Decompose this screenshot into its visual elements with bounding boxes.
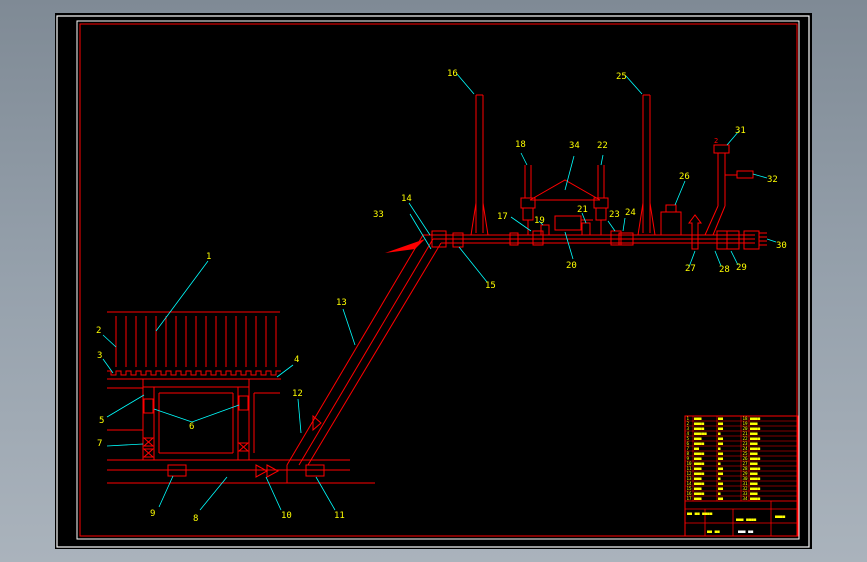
fitting-31 — [713, 144, 730, 154]
callout-31: 31 — [735, 126, 746, 136]
flange-28 — [716, 230, 728, 250]
callout-34: 34 — [569, 141, 580, 151]
callout-23: 23 — [609, 210, 620, 220]
parts-list-cell: ■■■■ — [750, 496, 761, 501]
callout-15: 15 — [485, 281, 496, 291]
callout-19: 19 — [534, 216, 545, 226]
flow-arrow-33 — [385, 239, 425, 253]
fitting-32 — [736, 170, 754, 179]
callout-20: 20 — [566, 261, 577, 271]
callout-10: 10 — [281, 511, 292, 521]
callout-28: 28 — [719, 265, 730, 275]
title-block-label-d: ■■ ■■ — [707, 529, 720, 534]
callout-1: 1 — [206, 252, 211, 262]
callout-13: 13 — [336, 298, 347, 308]
process-flow-drawing: 1 2 3 4 5 6 7 8 9 10 11 12 13 14 15 16 1… — [56, 15, 810, 548]
cad-viewport[interactable]: 1 2 3 4 5 6 7 8 9 10 11 12 13 14 15 16 1… — [55, 13, 812, 549]
title-block-label-e: ■■■ ■■ — [738, 529, 754, 534]
leader-lines — [102, 73, 777, 511]
title-block-label-c: ■■■■ — [775, 514, 786, 519]
vessel-26 — [660, 211, 682, 236]
parts-list-cell: 17 — [687, 496, 693, 501]
callout-3: 3 — [97, 351, 102, 361]
callout-9: 9 — [150, 509, 155, 519]
parts-list-cell: ■■■ — [694, 496, 702, 501]
callout-22: 22 — [597, 141, 608, 151]
callout-30: 30 — [776, 241, 787, 251]
callout-25: 25 — [616, 72, 627, 82]
drawing-border — [79, 23, 798, 537]
equipment-lines — [107, 94, 767, 484]
callout-26: 26 — [679, 172, 690, 182]
cell-stack-1 — [115, 316, 277, 367]
callout-5: 5 — [99, 416, 104, 426]
callout-29: 29 — [736, 263, 747, 273]
outlet-30 — [743, 230, 760, 250]
callout-8: 8 — [193, 514, 198, 524]
valve-6c — [237, 442, 250, 452]
box-6a — [143, 398, 154, 414]
flange-29 — [726, 230, 740, 250]
callout-14: 14 — [401, 194, 412, 204]
callout-17: 17 — [497, 212, 508, 222]
header-pipe-3 — [107, 370, 281, 376]
valve-7 — [142, 437, 155, 447]
callout-11: 11 — [334, 511, 345, 521]
title-block-label-a: ■■ ■■ ■■■■ — [687, 511, 713, 516]
small-mark: 2 — [714, 137, 718, 145]
box-6b — [238, 395, 249, 411]
parts-list-cell: ■■ — [718, 496, 724, 501]
callout-labels: 1 2 3 4 5 6 7 8 9 10 11 12 13 14 15 16 1… — [96, 69, 787, 524]
callout-6: 6 — [189, 422, 194, 432]
valve-10 — [255, 464, 269, 478]
callout-27: 27 — [685, 264, 696, 274]
callout-32: 32 — [767, 175, 778, 185]
callout-24: 24 — [625, 208, 636, 218]
title-block-label-b: ■■■ ■■■■ — [736, 517, 757, 522]
box-20 — [554, 215, 582, 231]
arrow-27 — [688, 214, 702, 250]
title-block[interactable]: 1 ■■■ ■■ 18 ■■■■2 ■■■■ ■■ 19 ■■■3 ■■■■ ■■ 20 ■■■■4 ■■… — [684, 415, 799, 537]
callout-18: 18 — [515, 140, 526, 150]
callout-33: 33 — [373, 210, 384, 220]
callout-21: 21 — [577, 205, 588, 215]
callout-12: 12 — [292, 389, 303, 399]
callout-7: 7 — [97, 439, 102, 449]
parts-list-cell: 34 — [743, 496, 749, 501]
callout-2: 2 — [96, 326, 101, 336]
callout-4: 4 — [294, 355, 299, 365]
callout-16: 16 — [447, 69, 458, 79]
